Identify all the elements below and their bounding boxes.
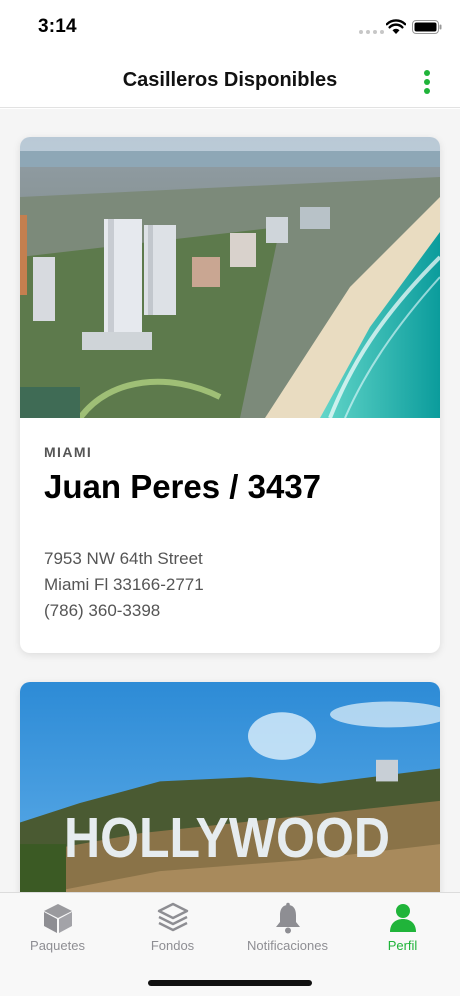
user-icon (389, 904, 416, 932)
tab-label: Notificaciones (247, 938, 328, 953)
tab-notificaciones[interactable]: Notificaciones (230, 901, 345, 961)
tab-perfil[interactable]: Perfil (345, 901, 460, 961)
layers-icon (157, 902, 188, 932)
locker-card-miami[interactable]: MIAMI Juan Peres / 3437 7953 NW 64th Str… (20, 137, 440, 653)
address-phone: (786) 360-3398 (44, 601, 161, 620)
tab-label: Perfil (387, 938, 418, 953)
tab-label: Paquetes (30, 938, 85, 953)
locker-name: Juan Peres / 3437 (44, 468, 322, 505)
battery-icon (412, 20, 442, 34)
locker-address: 7953 NW 64th Street Miami Fl 33166-2771 … (44, 546, 416, 624)
hollywood-sign-text: HOLLYWOOD (64, 807, 390, 869)
locker-list[interactable]: MIAMI Juan Peres / 3437 7953 NW 64th Str… (0, 109, 460, 892)
bell-icon (275, 902, 300, 934)
cellular-signal-icon (359, 30, 384, 34)
locker-city: MIAMI (44, 444, 93, 460)
locker-card-los-angeles[interactable]: HOLLYWOOD (20, 682, 440, 892)
tab-label: Fondos (150, 938, 195, 953)
status-time: 3:14 (38, 16, 77, 37)
more-options-button[interactable] (416, 68, 438, 96)
address-street: 7953 NW 64th Street (44, 549, 203, 568)
tab-paquetes[interactable]: Paquetes (0, 901, 115, 961)
more-vertical-icon (424, 70, 430, 76)
miami-beach-image (20, 137, 440, 418)
wifi-icon (386, 19, 406, 34)
home-indicator (148, 980, 312, 986)
tab-fondos[interactable]: Fondos (115, 901, 230, 961)
page-title: Casilleros Disponibles (122, 69, 338, 91)
hollywood-sign-image: HOLLYWOOD (20, 682, 440, 892)
navigation-bar: Casilleros Disponibles (0, 56, 460, 108)
box-icon (43, 904, 72, 933)
address-city-zip: Miami Fl 33166-2771 (44, 575, 204, 594)
status-bar: 3:14 (0, 0, 460, 56)
